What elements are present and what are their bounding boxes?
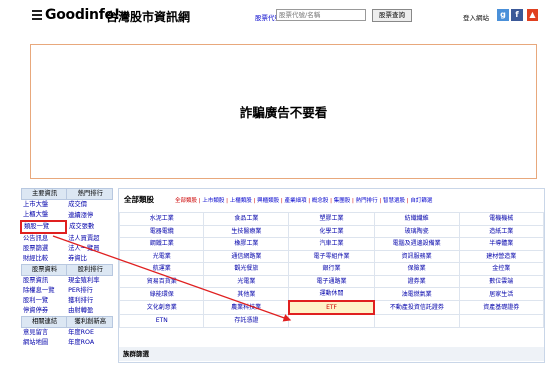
arrow-line bbox=[52, 235, 292, 322]
annotation-arrow bbox=[52, 235, 292, 322]
